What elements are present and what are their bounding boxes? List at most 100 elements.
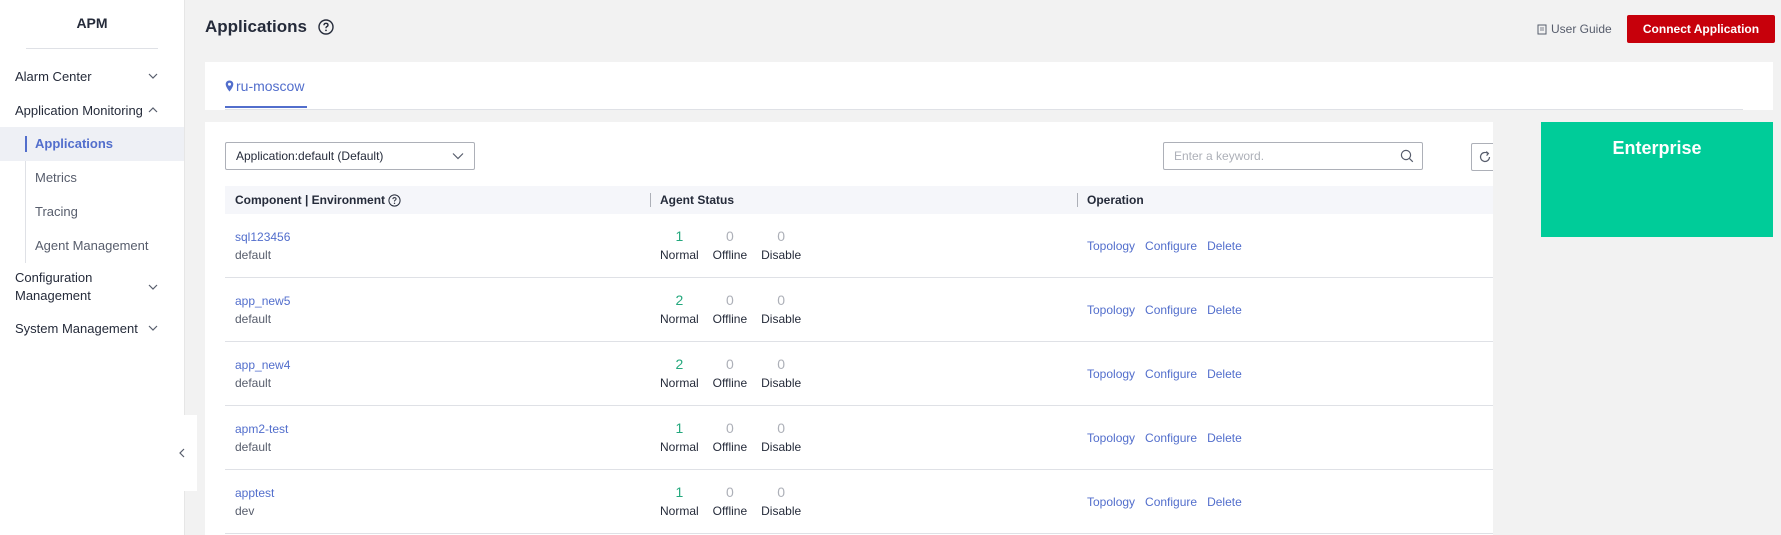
help-icon[interactable] bbox=[388, 193, 401, 207]
search-box bbox=[1163, 142, 1423, 170]
sidebar-item-tracing[interactable]: Tracing bbox=[0, 195, 184, 229]
configure-link[interactable]: Configure bbox=[1145, 239, 1197, 253]
location-pin-icon bbox=[225, 80, 234, 92]
status-offline-label: Offline bbox=[712, 376, 748, 390]
status-normal-label: Normal bbox=[660, 440, 699, 454]
status-offline-label: Offline bbox=[712, 312, 748, 326]
topology-link[interactable]: Topology bbox=[1087, 495, 1135, 509]
table-row: app_new5 default 2 Normal 0 Offline 0 Di… bbox=[225, 278, 1493, 342]
sidebar-collapse-toggle[interactable] bbox=[179, 415, 196, 491]
search-icon[interactable] bbox=[1400, 149, 1414, 163]
refresh-button[interactable] bbox=[1471, 143, 1493, 171]
configure-link[interactable]: Configure bbox=[1145, 367, 1197, 381]
chevron-down-icon bbox=[148, 284, 158, 290]
connect-application-button[interactable]: Connect Application bbox=[1627, 15, 1775, 43]
component-cell: app_new5 default bbox=[225, 292, 650, 328]
header-component: Component | Environment bbox=[225, 186, 650, 214]
status-offline: 0 Offline bbox=[713, 291, 747, 328]
enterprise-card[interactable]: Enterprise bbox=[1541, 122, 1773, 237]
sidebar-item-applications[interactable]: Applications bbox=[0, 127, 184, 161]
component-environment: dev bbox=[235, 503, 255, 518]
application-select[interactable]: Application:default (Default) bbox=[225, 142, 475, 170]
sidebar-divider bbox=[26, 48, 158, 49]
component-cell: sql123456 default bbox=[225, 228, 650, 264]
component-name-link[interactable]: app_new5 bbox=[235, 292, 650, 310]
status-normal-count: 1 bbox=[675, 228, 684, 244]
table-row: sql123456 default 1 Normal 0 Offline 0 D… bbox=[225, 214, 1493, 278]
component-cell: app_new4 default bbox=[225, 356, 650, 392]
configure-link[interactable]: Configure bbox=[1145, 431, 1197, 445]
component-name-link[interactable]: apm2-test bbox=[235, 420, 650, 438]
status-normal-count: 1 bbox=[675, 484, 684, 500]
menu-alarm-center[interactable]: Alarm Center bbox=[0, 59, 184, 93]
delete-link[interactable]: Delete bbox=[1207, 239, 1242, 253]
delete-link[interactable]: Delete bbox=[1207, 431, 1242, 445]
component-name-link[interactable]: sql123456 bbox=[235, 228, 650, 246]
topology-link[interactable]: Topology bbox=[1087, 303, 1135, 317]
status-offline-count: 0 bbox=[726, 292, 734, 308]
table-row: apptest dev 1 Normal 0 Offline 0 Disable… bbox=[225, 470, 1493, 534]
component-name-link[interactable]: apptest bbox=[235, 484, 650, 502]
topology-link[interactable]: Topology bbox=[1087, 367, 1135, 381]
topology-link[interactable]: Topology bbox=[1087, 239, 1135, 253]
operation-cell: Topology Configure Delete bbox=[1077, 303, 1493, 317]
header-component-label: Component | Environment bbox=[235, 193, 386, 207]
applications-panel: Application:default (Default) Component … bbox=[205, 122, 1493, 535]
menu-configuration-line1: Configuration bbox=[15, 270, 93, 285]
status-normal: 2 Normal bbox=[660, 355, 699, 392]
help-icon[interactable] bbox=[318, 19, 334, 35]
status-normal: 1 Normal bbox=[660, 227, 699, 264]
status-offline-count: 0 bbox=[726, 356, 734, 372]
sidebar-title: APM bbox=[76, 15, 108, 31]
delete-link[interactable]: Delete bbox=[1207, 495, 1242, 509]
sidebar-item-metrics[interactable]: Metrics bbox=[0, 161, 184, 195]
application-select-value: Application:default (Default) bbox=[236, 149, 384, 163]
delete-link[interactable]: Delete bbox=[1207, 367, 1242, 381]
menu-system-management-label: System Management bbox=[15, 320, 138, 336]
menu-application-monitoring[interactable]: Application Monitoring bbox=[0, 93, 184, 127]
status-disable-label: Disable bbox=[761, 376, 802, 390]
tab-ru-moscow[interactable]: ru-moscow bbox=[225, 78, 308, 108]
table-body: sql123456 default 1 Normal 0 Offline 0 D… bbox=[225, 214, 1493, 534]
delete-link[interactable]: Delete bbox=[1207, 303, 1242, 317]
chevron-down-icon bbox=[148, 325, 158, 331]
status-normal: 1 Normal bbox=[660, 419, 699, 456]
configure-link[interactable]: Configure bbox=[1145, 303, 1197, 317]
user-guide-link[interactable]: User Guide bbox=[1537, 22, 1612, 36]
document-icon bbox=[1537, 24, 1547, 34]
topology-link[interactable]: Topology bbox=[1087, 431, 1135, 445]
agent-status-cell: 2 Normal 0 Offline 0 Disable bbox=[650, 355, 1077, 392]
status-disable-label: Disable bbox=[761, 248, 802, 262]
status-normal-label: Normal bbox=[660, 376, 699, 390]
chevron-up-icon bbox=[148, 107, 158, 113]
table-row: apm2-test default 1 Normal 0 Offline 0 D… bbox=[225, 406, 1493, 470]
status-disable: 0 Disable bbox=[761, 355, 801, 392]
search-input[interactable] bbox=[1174, 149, 1400, 163]
status-offline-count: 0 bbox=[726, 420, 734, 436]
agent-status-cell: 1 Normal 0 Offline 0 Disable bbox=[650, 483, 1077, 520]
operation-cell: Topology Configure Delete bbox=[1077, 239, 1493, 253]
operation-cell: Topology Configure Delete bbox=[1077, 367, 1493, 381]
status-disable: 0 Disable bbox=[761, 227, 801, 264]
menu-configuration-line2: Management bbox=[15, 288, 91, 303]
menu-system-management[interactable]: System Management bbox=[0, 311, 184, 345]
status-disable-label: Disable bbox=[761, 504, 802, 518]
status-disable-label: Disable bbox=[761, 440, 802, 454]
component-environment: default bbox=[235, 311, 272, 326]
component-name-link[interactable]: app_new4 bbox=[235, 356, 650, 374]
status-disable-count: 0 bbox=[777, 292, 786, 308]
status-offline: 0 Offline bbox=[713, 483, 747, 520]
status-disable-count: 0 bbox=[777, 484, 786, 500]
menu-alarm-center-label: Alarm Center bbox=[15, 68, 92, 84]
status-offline-label: Offline bbox=[712, 440, 748, 454]
menu-configuration-management[interactable]: Configuration Management bbox=[0, 263, 184, 311]
operation-cell: Topology Configure Delete bbox=[1077, 431, 1493, 445]
applications-table: Component | Environment Agent Status Ope… bbox=[225, 186, 1493, 534]
status-normal: 1 Normal bbox=[660, 483, 699, 520]
status-normal-count: 2 bbox=[675, 292, 684, 308]
sidebar-item-agent-management[interactable]: Agent Management bbox=[0, 229, 184, 263]
status-normal-count: 1 bbox=[675, 420, 684, 436]
page-title: Applications bbox=[205, 17, 334, 37]
configure-link[interactable]: Configure bbox=[1145, 495, 1197, 509]
status-disable: 0 Disable bbox=[761, 483, 801, 520]
